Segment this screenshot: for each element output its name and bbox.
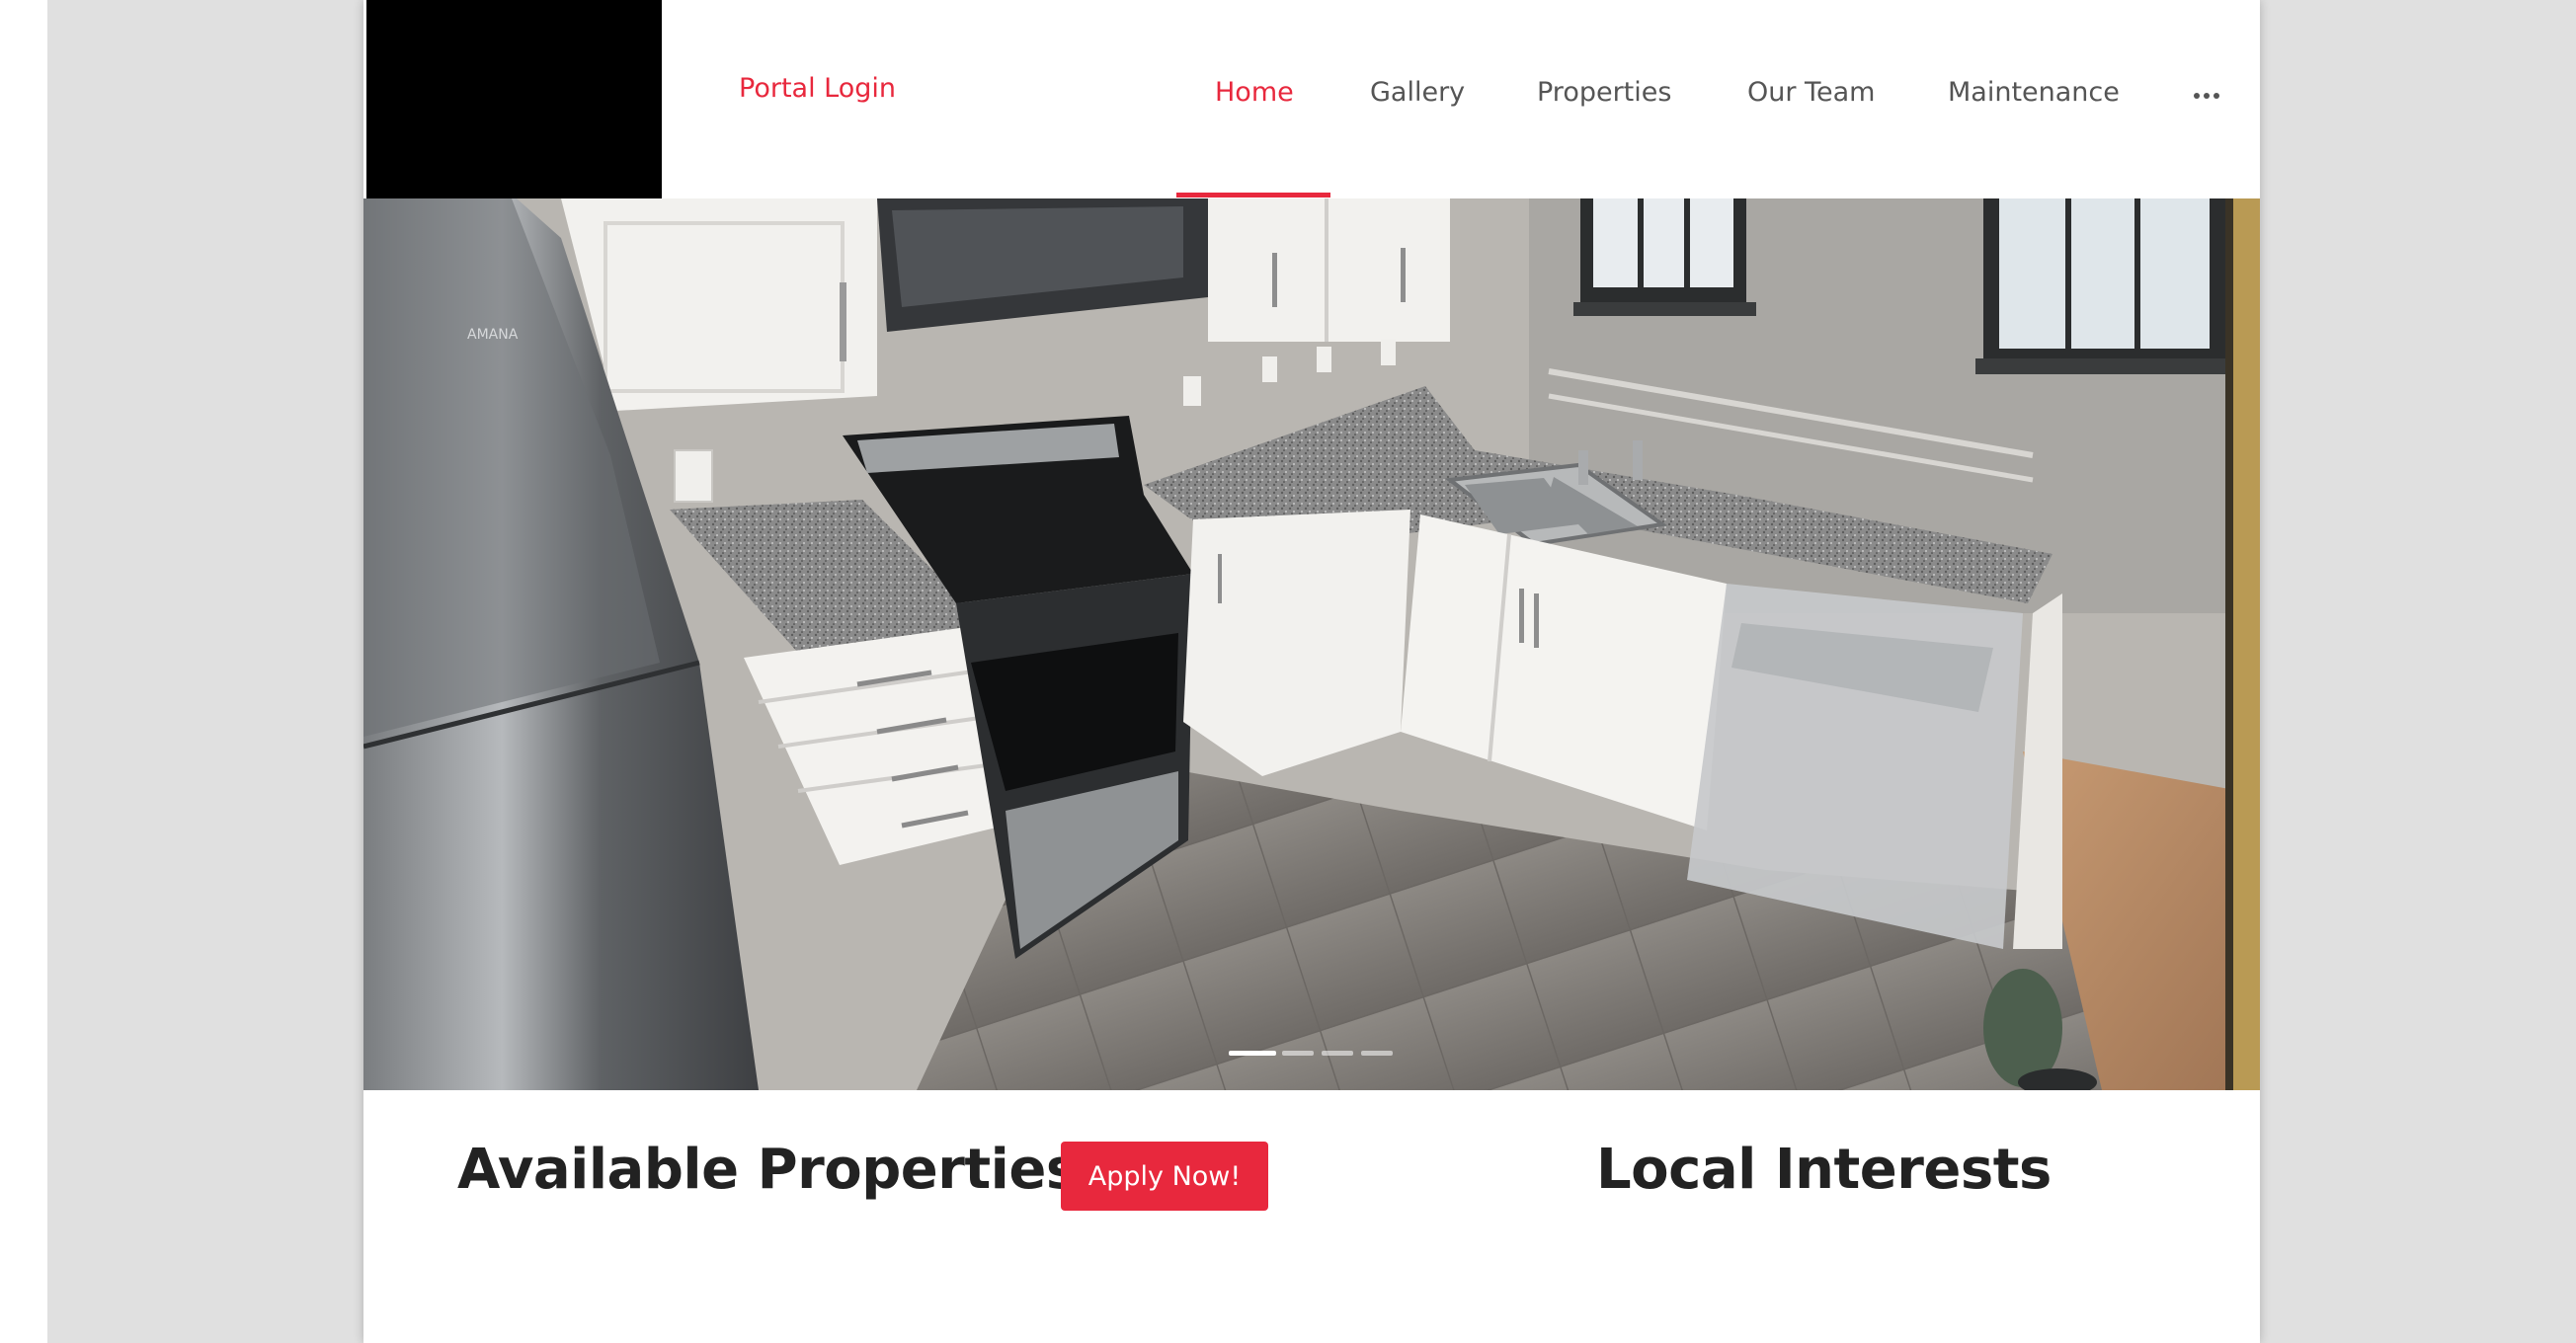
hero-slider[interactable]: AMANA [363,198,2260,1090]
portal-login-link[interactable]: Portal Login [739,73,896,104]
available-properties-heading: Available Properties [457,1138,1079,1202]
nav-maintenance[interactable]: Maintenance [1948,77,2120,108]
site-logo[interactable] [366,0,662,198]
active-nav-indicator [1176,193,1330,198]
slide-dot-1[interactable] [1229,1051,1276,1056]
local-interests-heading: Local Interests [1596,1138,2052,1202]
svg-text:AMANA: AMANA [467,327,519,343]
slide-dot-3[interactable] [1322,1051,1353,1056]
kitchen-photo: AMANA [363,198,2260,1090]
nav-gallery[interactable]: Gallery [1370,77,1465,108]
slide-dot-4[interactable] [1361,1051,1393,1056]
nav-our-team[interactable]: Our Team [1747,77,1875,108]
nav-home[interactable]: Home [1215,77,1294,108]
apply-now-button[interactable]: Apply Now! [1061,1142,1268,1211]
nav-properties[interactable]: Properties [1537,77,1671,108]
website-page: Portal Login Home Gallery Properties Our… [363,0,2260,1343]
window-gutter [0,0,47,1343]
slide-dot-2[interactable] [1282,1051,1314,1056]
more-horizontal-icon[interactable] [2194,92,2221,100]
site-header: Portal Login Home Gallery Properties Our… [363,0,2260,198]
